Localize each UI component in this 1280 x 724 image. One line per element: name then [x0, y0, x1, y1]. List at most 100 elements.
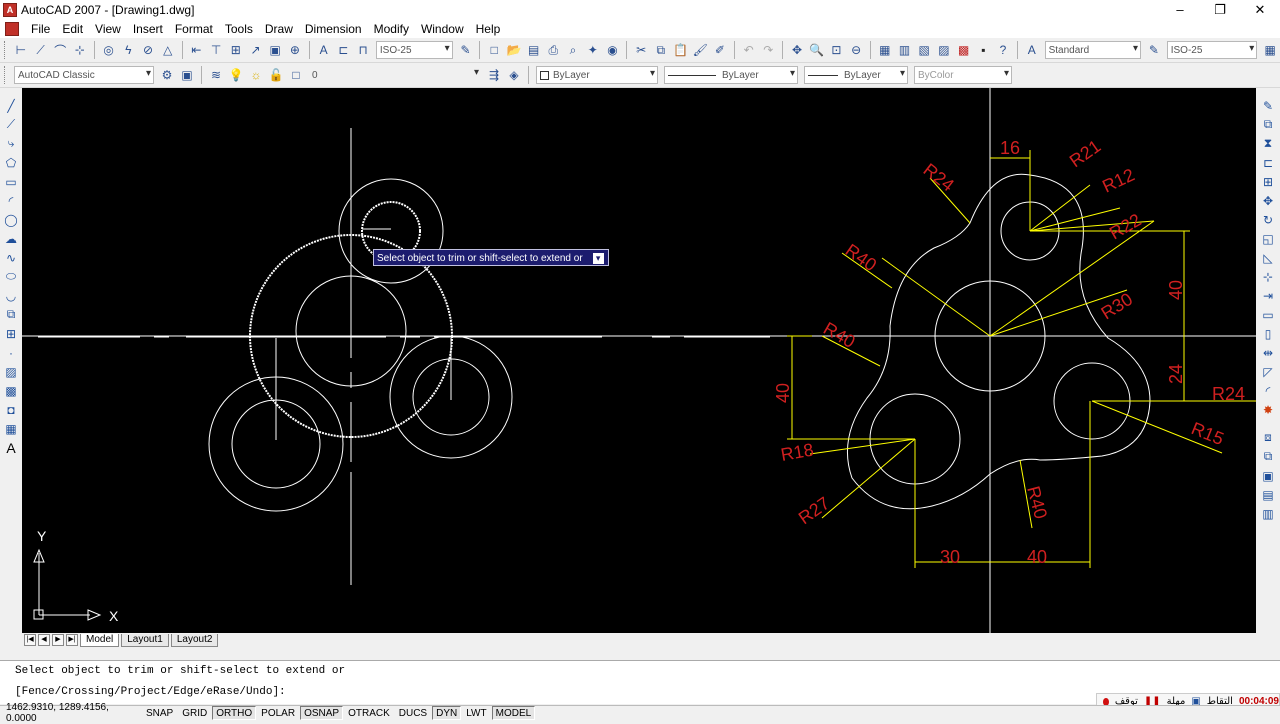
menu-draw[interactable]: Draw	[259, 22, 299, 36]
redo-icon[interactable]: ↷	[759, 41, 777, 59]
3d-dwf-icon[interactable]: ◉	[604, 41, 622, 59]
tooltip-options-icon[interactable]: ▾	[592, 252, 604, 264]
layer-previous-icon[interactable]: ◈	[505, 66, 523, 84]
menu-insert[interactable]: Insert	[127, 22, 169, 36]
properties-icon[interactable]: ▦	[876, 41, 894, 59]
save-icon[interactable]: ▤	[525, 41, 543, 59]
make-block-icon[interactable]: ⊞	[2, 325, 20, 342]
last-tab-icon[interactable]: ▶|	[66, 634, 78, 646]
extend-icon[interactable]: ⇥	[1259, 287, 1277, 304]
workspace-select[interactable]: AutoCAD Classic	[14, 66, 154, 84]
toggle-ducs[interactable]: DUCS	[395, 706, 431, 720]
break-icon[interactable]: ▯	[1259, 325, 1277, 342]
radius-dim-icon[interactable]: ◎	[100, 41, 118, 59]
ellipse-arc-icon[interactable]: ◡	[2, 287, 20, 304]
toolbar-grip[interactable]	[4, 41, 7, 59]
linetype-select[interactable]: ByLayer	[664, 66, 798, 84]
dim-update-icon[interactable]: ⊓	[354, 41, 372, 59]
color-select[interactable]: ByLayer	[536, 66, 658, 84]
scale-icon[interactable]: ◱	[1259, 230, 1277, 247]
drawing-canvas[interactable]: Y X 16 30 40 40 24 40 R24 R21 R12 R22 R4…	[22, 88, 1256, 633]
toggle-otrack[interactable]: OTRACK	[344, 706, 394, 720]
dim-style-manager-icon[interactable]: ✎	[457, 41, 475, 59]
linear-dim-icon[interactable]: ⊢	[12, 41, 30, 59]
array-icon[interactable]: ⊞	[1259, 173, 1277, 190]
layer-color-icon[interactable]: □	[287, 66, 305, 84]
dim-style-select[interactable]: ISO-25	[375, 41, 453, 59]
circle-icon[interactable]: ◯	[2, 211, 20, 228]
toolbar-grip[interactable]	[4, 66, 7, 84]
menu-tools[interactable]: Tools	[219, 22, 259, 36]
menu-view[interactable]: View	[89, 22, 127, 36]
break-at-point-icon[interactable]: ▭	[1259, 306, 1277, 323]
command-window[interactable]: Select object to trim or shift-select to…	[0, 660, 1280, 704]
menu-help[interactable]: Help	[470, 22, 507, 36]
aligned-dim-icon[interactable]: ⟋	[32, 41, 50, 59]
toggle-model[interactable]: MODEL	[491, 706, 536, 720]
menu-file[interactable]: File	[25, 22, 56, 36]
polygon-icon[interactable]: ⬠	[2, 154, 20, 171]
quickcalc-icon[interactable]: ▪	[974, 41, 992, 59]
minimize-button[interactable]: –	[1160, 0, 1200, 20]
publish-icon[interactable]: ✦	[584, 41, 602, 59]
plot-icon[interactable]: ⎙	[544, 41, 562, 59]
ordinate-dim-icon[interactable]: ⊹	[71, 41, 89, 59]
layer-select[interactable]: 0	[309, 66, 481, 84]
point-icon[interactable]: ·	[2, 344, 20, 361]
jogged-dim-icon[interactable]: ϟ	[119, 41, 137, 59]
text-style-select[interactable]: Standard	[1044, 41, 1142, 59]
tab-model[interactable]: Model	[80, 633, 120, 647]
layer-freeze-icon[interactable]: ☼	[247, 66, 265, 84]
lineweight-select[interactable]: ByLayer	[804, 66, 908, 84]
my-workspace-icon[interactable]: ▣	[178, 66, 196, 84]
layer-properties-icon[interactable]: ≋	[207, 66, 225, 84]
continue-dim-icon[interactable]: ⊞	[227, 41, 245, 59]
dim-style-select-2[interactable]: ISO-25	[1166, 41, 1258, 59]
toggle-lwt[interactable]: LWT	[462, 706, 490, 720]
toggle-dyn[interactable]: DYN	[432, 706, 462, 720]
toggle-grid[interactable]: GRID	[178, 706, 211, 720]
tab-layout2[interactable]: Layout2	[170, 633, 219, 647]
line-icon[interactable]: ╱	[2, 97, 20, 114]
qleader-icon[interactable]: ↗	[247, 41, 265, 59]
region-icon[interactable]: ◘	[2, 401, 20, 418]
dimtedit-icon[interactable]: ⊏	[334, 41, 352, 59]
rectangle-icon[interactable]: ▭	[2, 173, 20, 190]
arc-icon[interactable]: ◜	[2, 192, 20, 209]
toggle-polar[interactable]: POLAR	[257, 706, 299, 720]
trim-icon[interactable]: ⊹	[1259, 268, 1277, 285]
rotate-icon[interactable]: ↻	[1259, 211, 1277, 228]
cut-icon[interactable]: ✂	[632, 41, 650, 59]
offset-icon[interactable]: ⊏	[1259, 154, 1277, 171]
close-button[interactable]: ✕	[1240, 0, 1280, 20]
maximize-button[interactable]: ❐	[1200, 0, 1240, 20]
stretch-icon[interactable]: ◺	[1259, 249, 1277, 266]
sheet-set-icon[interactable]: ▨	[935, 41, 953, 59]
tolerance-icon[interactable]: ▣	[266, 41, 284, 59]
next-tab-icon[interactable]: ▶	[52, 634, 64, 646]
center-mark-icon[interactable]: ⊕	[286, 41, 304, 59]
explode-icon[interactable]: ✸	[1259, 401, 1277, 418]
zoom-window-icon[interactable]: ⊡	[828, 41, 846, 59]
paste-icon[interactable]: 📋	[672, 41, 690, 59]
bring-front-icon[interactable]: ⧉	[1259, 448, 1277, 465]
block-editor-icon[interactable]: ✐	[711, 41, 729, 59]
command-prompt-line[interactable]: [Fence/Crossing/Project/Edge/eRase/Undo]…	[15, 686, 286, 698]
toggle-osnap[interactable]: OSNAP	[300, 706, 344, 720]
plot-preview-icon[interactable]: ⌕	[564, 41, 582, 59]
table-icon[interactable]: ▦	[2, 420, 20, 437]
layer-lock-icon[interactable]: 🔓	[267, 66, 285, 84]
help-icon[interactable]: ?	[994, 41, 1012, 59]
quick-dim-icon[interactable]: ⇤	[188, 41, 206, 59]
cursor-coordinates[interactable]: 1462.9310, 1289.4156, 0.0000	[0, 702, 142, 724]
menu-edit[interactable]: Edit	[56, 22, 89, 36]
mirror-icon[interactable]: ⧗	[1259, 135, 1277, 152]
copy-icon[interactable]: ⧉	[652, 41, 670, 59]
right-drawing[interactable]	[846, 148, 1151, 633]
plotstyle-select[interactable]: ByColor	[914, 66, 1012, 84]
design-center-icon[interactable]: ▥	[896, 41, 914, 59]
spline-icon[interactable]: ∿	[2, 249, 20, 266]
erase-icon[interactable]: ✎	[1259, 97, 1277, 114]
open-icon[interactable]: 📂	[505, 41, 523, 59]
draw-order-icon[interactable]: ⧈	[1259, 429, 1277, 446]
